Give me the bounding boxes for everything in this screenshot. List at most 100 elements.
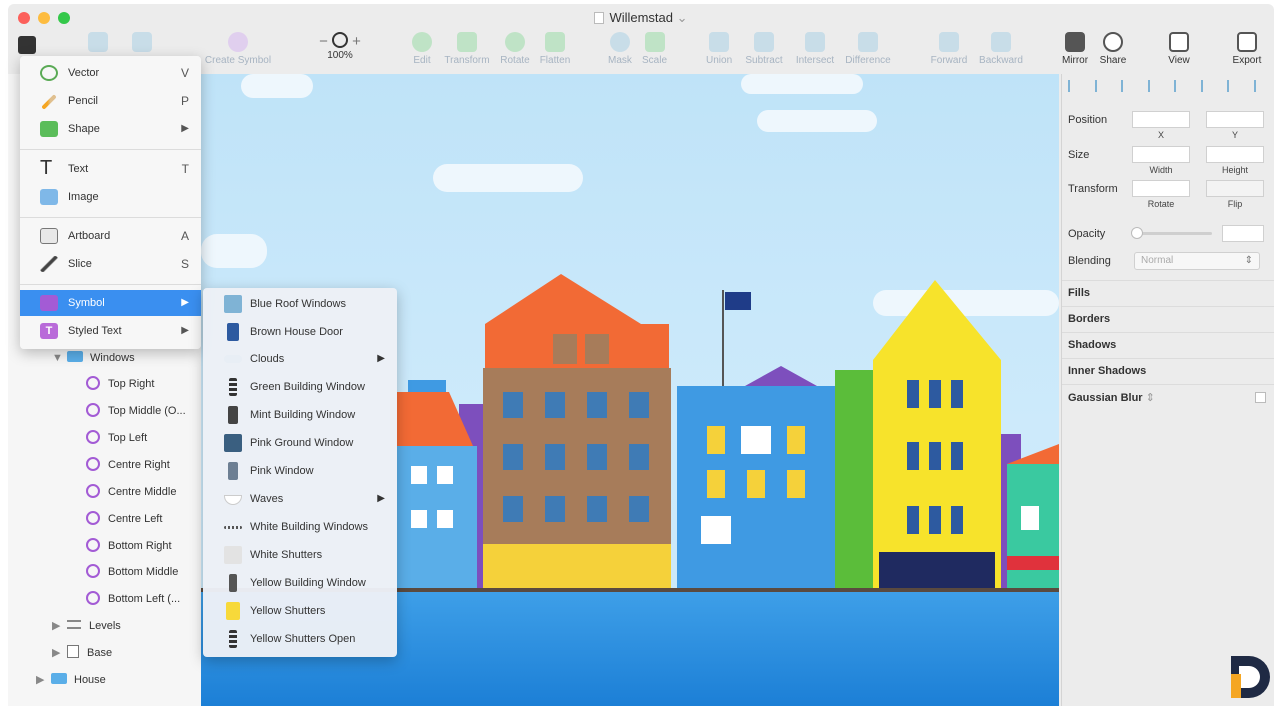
group-tool[interactable]: [88, 32, 108, 55]
layer-symbol[interactable]: Bottom Right: [86, 536, 172, 556]
symbol-item[interactable]: Yellow Building Window: [203, 569, 397, 597]
align-middle-icon[interactable]: [1174, 80, 1188, 92]
folder-icon: [67, 351, 83, 362]
symbol-item[interactable]: Mint Building Window: [203, 401, 397, 429]
insert-menu: Vector V Pencil P Shape ▶ T Text T Image Artb…: [20, 56, 201, 349]
zoom-control[interactable]: − +100%: [314, 32, 366, 61]
zoom-in-icon[interactable]: +: [352, 33, 361, 50]
menu-item-image[interactable]: Image: [20, 184, 201, 210]
disclosure-closed-icon[interactable]: ▶: [36, 670, 44, 690]
subtract-button[interactable]: Subtract: [742, 32, 786, 66]
forward-button[interactable]: Forward: [928, 32, 970, 66]
clouds-icon: [224, 355, 242, 363]
mirror-button[interactable]: Mirror: [1058, 32, 1092, 66]
symbol-icon: [86, 457, 100, 471]
menu-item-shape[interactable]: Shape ▶: [20, 116, 201, 142]
symbol-icon: [86, 538, 100, 552]
opacity-slider[interactable]: [1134, 232, 1212, 235]
rotate-button[interactable]: Rotate: [500, 32, 530, 66]
layer-symbol[interactable]: Top Middle (O...: [86, 401, 186, 421]
borders-section[interactable]: Borders: [1062, 306, 1274, 332]
symbol-item[interactable]: Clouds ▶: [203, 345, 397, 373]
symbol-item[interactable]: White Building Windows: [203, 513, 397, 541]
menu-item-styled-text[interactable]: T Styled Text ▶: [20, 318, 201, 344]
menu-item-vector[interactable]: Vector V: [20, 60, 201, 86]
disclosure-closed-icon[interactable]: ▶: [52, 643, 60, 663]
symbol-item[interactable]: Yellow Shutters: [203, 597, 397, 625]
opacity-field[interactable]: [1222, 225, 1264, 242]
mask-icon: [609, 32, 630, 52]
mask-button[interactable]: Mask: [608, 32, 632, 66]
opacity-slider-knob[interactable]: [1131, 227, 1143, 239]
align-right-icon[interactable]: [1121, 80, 1135, 92]
layer-symbol[interactable]: Centre Middle: [86, 482, 176, 502]
symbol-icon: [86, 376, 100, 390]
distribute-v-icon[interactable]: [1253, 80, 1268, 92]
layer-symbol[interactable]: Top Right: [86, 374, 154, 394]
width-caption: Width: [1149, 165, 1173, 175]
share-button[interactable]: Share: [1096, 32, 1130, 66]
gaussian-blur-section[interactable]: Gaussian Blur ⇕: [1062, 384, 1274, 410]
zoom-out-icon[interactable]: −: [319, 33, 328, 50]
pink-ground-window-icon: [224, 434, 242, 452]
align-top-icon[interactable]: [1147, 80, 1162, 92]
edit-button[interactable]: Edit: [412, 32, 432, 66]
transform-button[interactable]: Transform: [442, 32, 492, 66]
layer-symbol[interactable]: Centre Right: [86, 455, 170, 475]
create-symbol-button[interactable]: Create Symbol: [202, 32, 274, 66]
menu-item-text[interactable]: T Text T: [20, 156, 201, 182]
symbol-item[interactable]: Yellow Shutters Open: [203, 625, 397, 653]
shadows-section[interactable]: Shadows: [1062, 332, 1274, 358]
symbol-item[interactable]: Pink Ground Window: [203, 429, 397, 457]
rotate-field[interactable]: [1132, 180, 1190, 197]
layer-windows-folder[interactable]: ▼ Windows: [52, 348, 135, 368]
align-left-icon[interactable]: [1068, 80, 1082, 92]
blending-select[interactable]: Normal ⇕: [1134, 252, 1260, 270]
flip-buttons[interactable]: [1206, 180, 1264, 197]
menu-item-slice[interactable]: Slice S: [20, 251, 201, 277]
position-x-field[interactable]: [1132, 111, 1190, 128]
fills-section[interactable]: Fills: [1062, 280, 1274, 306]
scale-button[interactable]: Scale: [642, 32, 667, 66]
symbol-item[interactable]: Blue Roof Windows: [203, 290, 397, 318]
styled-text-icon: T: [40, 323, 58, 339]
symbol-item[interactable]: Waves ▶: [203, 485, 397, 513]
menu-item-symbol[interactable]: Symbol ▶: [20, 290, 201, 316]
rotate-caption: Rotate: [1147, 199, 1175, 209]
symbol-item[interactable]: Pink Window: [203, 457, 397, 485]
disclosure-closed-icon[interactable]: ▶: [52, 616, 60, 636]
intersect-button[interactable]: Intersect: [792, 32, 838, 66]
backward-icon: [991, 32, 1011, 52]
insert-button[interactable]: [18, 36, 36, 54]
layer-symbol[interactable]: Top Left: [86, 428, 147, 448]
align-center-icon[interactable]: [1094, 80, 1109, 92]
height-field[interactable]: [1206, 146, 1264, 163]
folder-icon: [51, 673, 67, 684]
layer-base[interactable]: ▶ Base: [52, 643, 112, 663]
symbol-item[interactable]: Brown House Door: [203, 318, 397, 346]
union-button[interactable]: Union: [706, 32, 732, 66]
layer-symbol[interactable]: Bottom Middle: [86, 562, 178, 582]
menu-item-pencil[interactable]: Pencil P: [20, 88, 201, 114]
symbol-item[interactable]: Green Building Window: [203, 373, 397, 401]
distribute-h-icon[interactable]: [1227, 80, 1241, 92]
symbol-item[interactable]: White Shutters: [203, 541, 397, 569]
flatten-button[interactable]: Flatten: [538, 32, 572, 66]
difference-button[interactable]: Difference: [842, 32, 894, 66]
ungroup-tool[interactable]: [132, 32, 152, 55]
inner-shadows-section[interactable]: Inner Shadows: [1062, 358, 1274, 384]
width-field[interactable]: [1132, 146, 1190, 163]
gaussian-blur-checkbox[interactable]: [1255, 392, 1266, 403]
view-button[interactable]: View: [1162, 32, 1196, 66]
layer-symbol[interactable]: Bottom Left (...: [86, 589, 180, 609]
align-bottom-icon[interactable]: [1200, 80, 1215, 92]
layer-levels[interactable]: ▶ Levels: [52, 616, 121, 636]
disclosure-open-icon[interactable]: ▼: [52, 348, 63, 368]
slice-knife-icon: [40, 256, 58, 272]
export-button[interactable]: Export: [1230, 32, 1264, 66]
menu-item-artboard[interactable]: Artboard A: [20, 223, 201, 249]
backward-button[interactable]: Backward: [976, 32, 1026, 66]
layer-symbol[interactable]: Centre Left: [86, 509, 162, 529]
position-y-field[interactable]: [1206, 111, 1264, 128]
layer-house[interactable]: ▶ House: [36, 670, 106, 690]
